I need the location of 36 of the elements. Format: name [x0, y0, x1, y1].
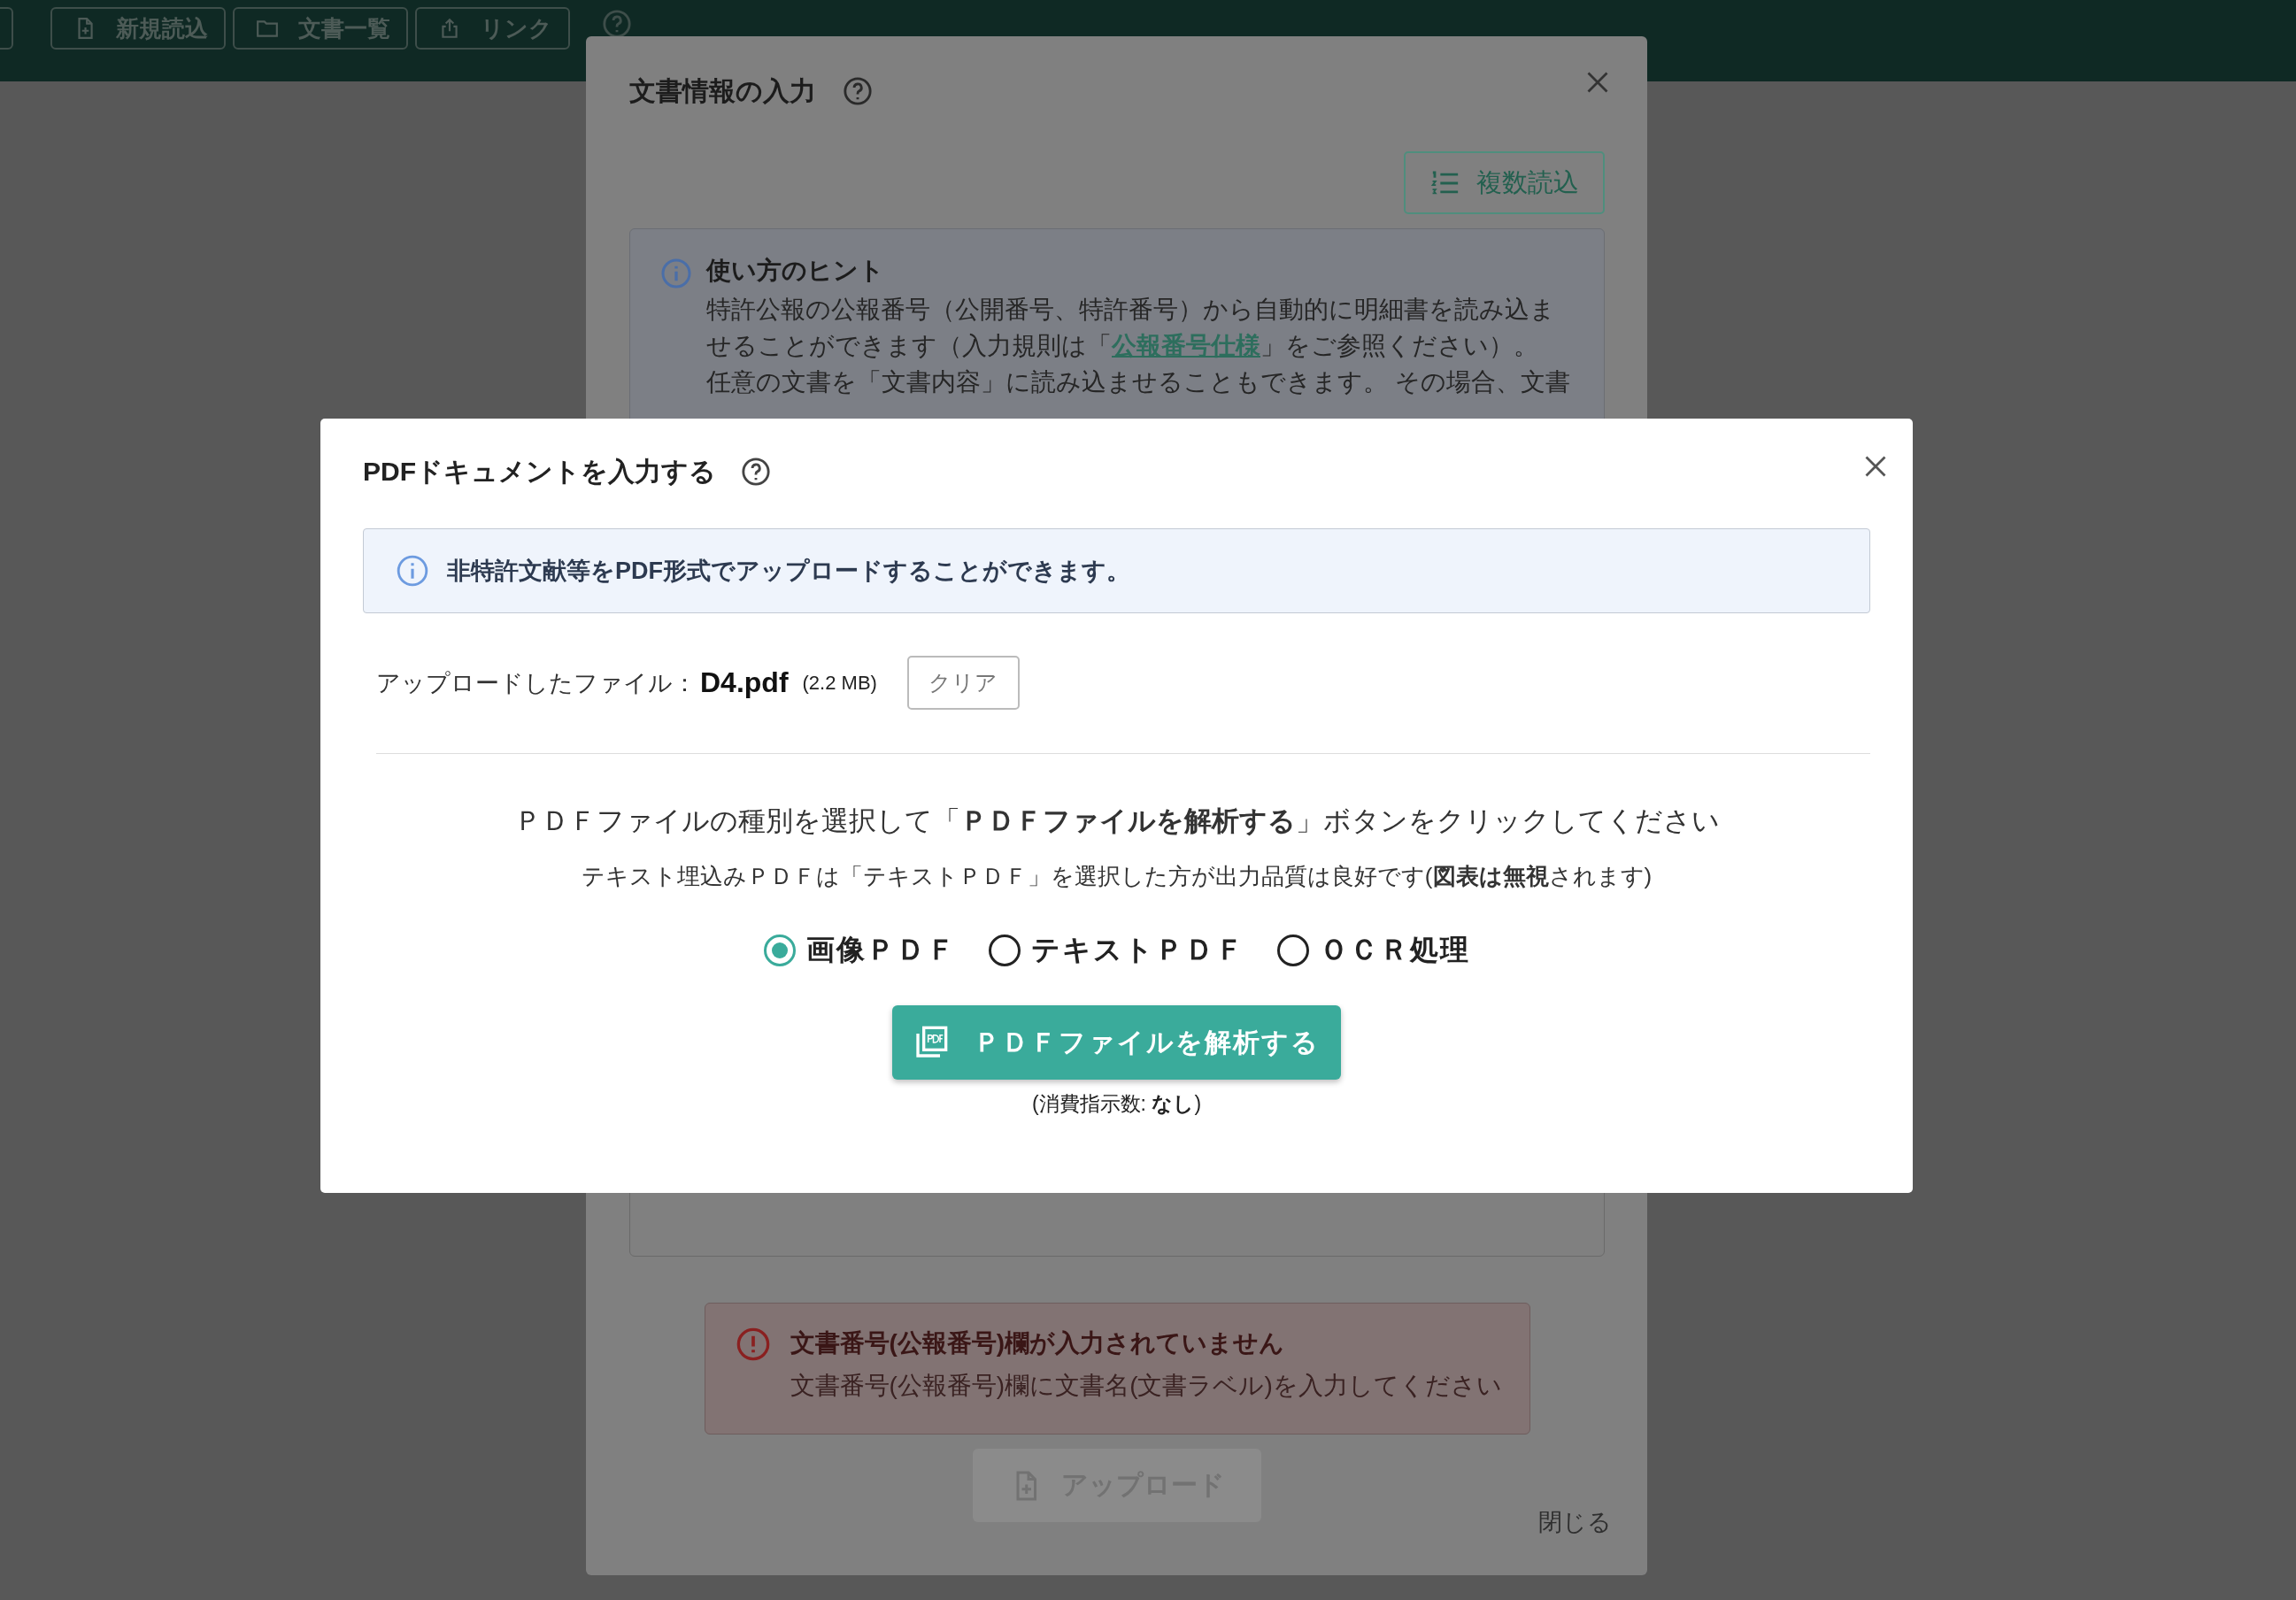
error-message: 文書番号(公報番号)欄に文書名(文書ラベル)を入力してください — [790, 1371, 1502, 1401]
bulk-load-button[interactable]: 複数読込 — [1404, 151, 1605, 214]
hint-text: 特許公報の公報番号（公開番号、特許番号）から自動的に明細書を読み込ませることができます（入力規則は「公報番号仕様」をご参照ください）。 — [706, 295, 1556, 361]
file-size: (2.2 MB) — [802, 671, 877, 695]
analyze-button[interactable]: ＰＤＦファイルを解析する — [892, 1005, 1341, 1080]
note-text: テキスト埋込みＰＤＦは「テキストＰＤＦ」を選択した方が出力品質は良好です(図表は無視されます) — [580, 862, 1653, 891]
file-name: D4.pdf — [700, 666, 789, 699]
help-icon[interactable] — [602, 9, 632, 39]
file-label: アップロードしたファイル： — [376, 668, 697, 698]
close-link[interactable]: 閉じる — [1538, 1506, 1612, 1538]
toolbar-button[interactable]: 新規読込 — [50, 7, 226, 50]
clear-button[interactable]: クリア — [906, 656, 1020, 710]
radio-label[interactable]: テキストＰＤＦ — [1030, 931, 1245, 970]
radio-button[interactable] — [988, 935, 1021, 966]
hint-text: 任意の文書を「文書内容」に読み込ませることもできます。 その場合、文書 — [706, 367, 1571, 397]
dialog-title: 文書情報の入力 — [629, 74, 816, 107]
hint-title: 使い方のヒント — [706, 256, 885, 286]
toolbar-button[interactable]: リンク — [415, 7, 570, 50]
spec-link[interactable]: 公報番号仕様 — [1112, 332, 1260, 359]
info-icon — [660, 258, 692, 289]
radio-button[interactable] — [763, 935, 796, 966]
close-icon[interactable] — [1585, 70, 1610, 95]
close-icon[interactable] — [1863, 454, 1888, 479]
pdf-stack-icon — [913, 1025, 949, 1060]
info-message: 非特許文献等をPDF形式でアップロードすることができます。 — [447, 557, 1130, 586]
info-icon — [396, 554, 429, 588]
radio-label[interactable]: 画像ＰＤＦ — [805, 931, 957, 970]
radio-button[interactable] — [1276, 935, 1309, 966]
dialog-title: PDFドキュメントを入力する — [363, 455, 716, 488]
help-icon[interactable] — [741, 457, 771, 487]
usage-note: (消費指示数: なし) — [1030, 1091, 1203, 1117]
error-title: 文書番号(公報番号)欄が入力されていません — [790, 1328, 1286, 1358]
error-icon — [735, 1327, 771, 1362]
radio-label[interactable]: ＯＣＲ処理 — [1319, 931, 1470, 970]
toolbar-button[interactable]: 文書一覧 — [233, 7, 408, 50]
instruction-text: ＰＤＦファイルの種別を選択して「ＰＤＦファイルを解析する」ボタンをクリックしてください — [512, 804, 1721, 838]
